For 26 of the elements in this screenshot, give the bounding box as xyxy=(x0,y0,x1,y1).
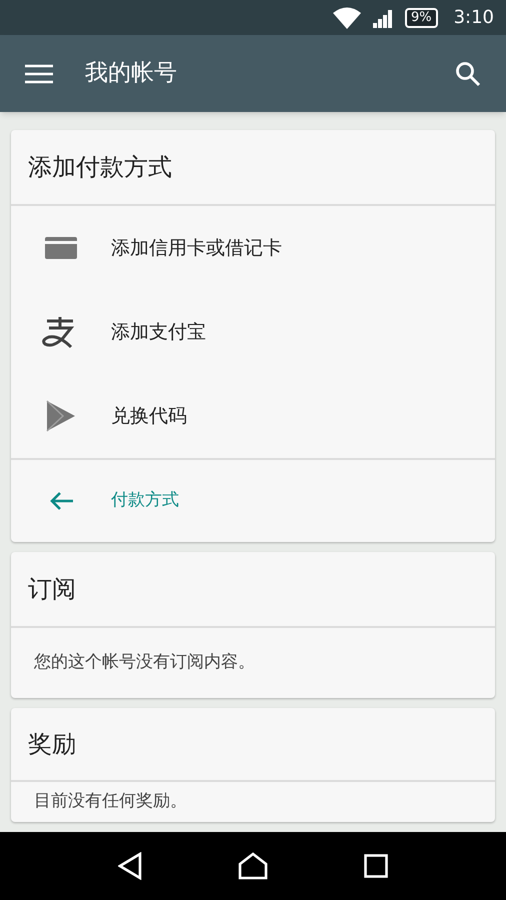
section-title: 奖励 xyxy=(28,729,76,760)
option-label: 兑换代码 xyxy=(111,404,187,429)
wifi-icon xyxy=(332,6,361,28)
battery-indicator: 9% xyxy=(404,8,438,28)
option-label: 添加信用卡或借记卡 xyxy=(111,236,282,261)
recents-icon[interactable] xyxy=(364,854,388,878)
section-title: 订阅 xyxy=(28,574,76,605)
payment-option[interactable]: 兑换代码 xyxy=(11,374,495,458)
empty-message: 目前没有任何奖励。 xyxy=(34,790,187,814)
home-icon[interactable] xyxy=(238,852,268,880)
payment-option[interactable]: 添加支付宝 xyxy=(11,290,495,374)
clock-text: 3:10 xyxy=(454,6,494,30)
back-arrow-icon xyxy=(49,491,73,511)
screen-title: 我的帐号 xyxy=(85,59,178,88)
signal-icon xyxy=(372,8,393,28)
menu-icon[interactable] xyxy=(25,64,53,84)
payment-option[interactable]: 添加信用卡或借记卡 xyxy=(11,206,495,290)
section-title: 添加付款方式 xyxy=(28,152,172,183)
play-icon xyxy=(46,400,76,432)
back-icon[interactable] xyxy=(118,852,142,880)
payment-methods-link[interactable]: 付款方式 xyxy=(11,458,495,542)
credit-card-icon xyxy=(45,237,77,259)
link-label: 付款方式 xyxy=(111,489,179,512)
option-label: 添加支付宝 xyxy=(111,320,206,345)
empty-message: 您的这个帐号没有订阅内容。 xyxy=(34,651,255,674)
search-icon[interactable] xyxy=(455,60,481,86)
